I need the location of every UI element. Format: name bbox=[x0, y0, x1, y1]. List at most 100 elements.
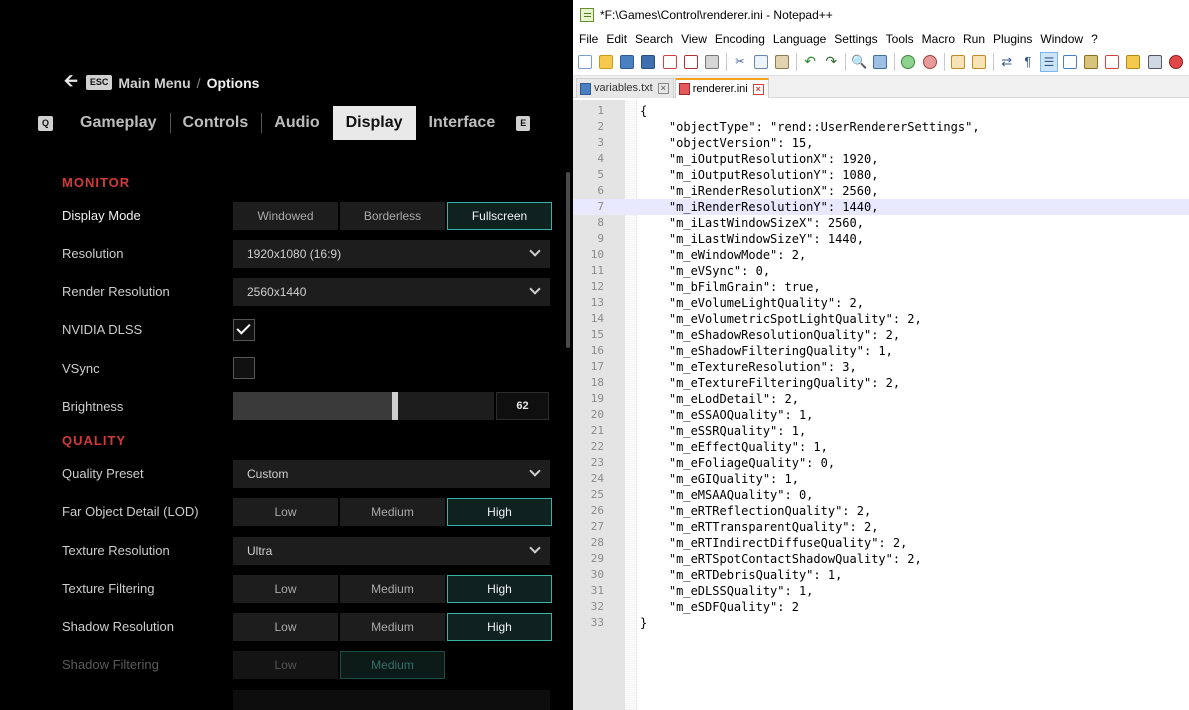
shadow-resolution-low[interactable]: Low bbox=[233, 613, 338, 641]
code-text[interactable]: "objectType": "rend::UserRendererSetting… bbox=[640, 119, 980, 135]
lod-high[interactable]: High bbox=[447, 498, 552, 526]
code-line[interactable]: 6 "m_iRenderResolutionX": 2560, bbox=[573, 183, 1189, 199]
monitor-icon[interactable] bbox=[1147, 53, 1163, 71]
code-line[interactable]: 23 "m_eFoliageQuality": 0, bbox=[573, 455, 1189, 471]
code-line[interactable]: 13 "m_eVolumeLightQuality": 2, bbox=[573, 295, 1189, 311]
menu-macro[interactable]: Macro bbox=[921, 32, 961, 46]
shadow-resolution-medium[interactable]: Medium bbox=[340, 613, 445, 641]
code-line[interactable]: 30 "m_eRTDebrisQuality": 1, bbox=[573, 567, 1189, 583]
code-line[interactable]: 9 "m_iLastWindowSizeY": 1440, bbox=[573, 231, 1189, 247]
sync-v-icon[interactable] bbox=[950, 53, 966, 71]
shadow-filtering-medium[interactable]: Medium bbox=[340, 651, 445, 679]
code-line[interactable]: 29 "m_eRTSpotContactShadowQuality": 2, bbox=[573, 551, 1189, 567]
display-mode-fullscreen[interactable]: Fullscreen bbox=[447, 202, 552, 230]
code-line[interactable]: 22 "m_eEffectQuality": 1, bbox=[573, 439, 1189, 455]
lod-medium[interactable]: Medium bbox=[340, 498, 445, 526]
new-icon[interactable] bbox=[577, 53, 593, 71]
tab-prev-key-hint[interactable]: Q bbox=[38, 115, 54, 131]
code-text[interactable]: "m_eRTReflectionQuality": 2, bbox=[640, 503, 871, 519]
code-text[interactable]: "m_eGIQuality": 1, bbox=[640, 471, 799, 487]
code-text[interactable]: "m_eRTTransparentQuality": 2, bbox=[640, 519, 879, 535]
back-arrow-icon[interactable]: 🡨 bbox=[64, 68, 78, 97]
tab-audio[interactable]: Audio bbox=[261, 106, 332, 140]
code-text[interactable]: "m_eShadowResolutionQuality": 2, bbox=[640, 327, 900, 343]
options-scrollbar[interactable] bbox=[566, 172, 570, 348]
lod-low[interactable]: Low bbox=[233, 498, 338, 526]
code-line[interactable]: 19 "m_eLodDetail": 2, bbox=[573, 391, 1189, 407]
code-line[interactable]: 20 "m_eSSAOQuality": 1, bbox=[573, 407, 1189, 423]
cut-icon[interactable]: ✂ bbox=[732, 53, 748, 71]
word-wrap-icon[interactable]: ⇄ bbox=[999, 53, 1015, 71]
menu-window[interactable]: Window bbox=[1039, 32, 1089, 46]
show-all-chars-icon[interactable]: ¶ bbox=[1020, 53, 1036, 71]
close-all-icon[interactable] bbox=[683, 53, 699, 71]
menu-view[interactable]: View bbox=[680, 32, 713, 46]
texture-filtering-medium[interactable]: Medium bbox=[340, 575, 445, 603]
menu-edit[interactable]: Edit bbox=[605, 32, 633, 46]
code-text[interactable]: "m_eSSRQuality": 1, bbox=[640, 423, 806, 439]
menu-run[interactable]: Run bbox=[962, 32, 991, 46]
brightness-value[interactable]: 62 bbox=[496, 392, 549, 420]
code-text[interactable]: "m_eLodDetail": 2, bbox=[640, 391, 799, 407]
code-text[interactable]: "m_bFilmGrain": true, bbox=[640, 279, 821, 295]
tab-interface[interactable]: Interface bbox=[416, 106, 509, 140]
code-line[interactable]: 25 "m_eMSAAQuality": 0, bbox=[573, 487, 1189, 503]
render-resolution-dropdown[interactable]: 2560x1440 bbox=[233, 278, 550, 306]
code-text[interactable]: "m_eDLSSQuality": 1, bbox=[640, 583, 814, 599]
code-line[interactable]: 8 "m_iLastWindowSizeX": 2560, bbox=[573, 215, 1189, 231]
paste-icon[interactable] bbox=[774, 53, 790, 71]
copy-icon[interactable] bbox=[753, 53, 769, 71]
display-mode-borderless[interactable]: Borderless bbox=[340, 202, 445, 230]
code-text[interactable]: "m_eMSAAQuality": 0, bbox=[640, 487, 814, 503]
zoom-in-icon[interactable] bbox=[900, 53, 916, 71]
open-icon[interactable] bbox=[598, 53, 614, 71]
close-tab-icon[interactable]: × bbox=[657, 83, 669, 94]
file-tab-renderer[interactable]: renderer.ini × bbox=[674, 78, 769, 98]
code-text[interactable]: "m_eRTSpotContactShadowQuality": 2, bbox=[640, 551, 922, 567]
vsync-checkbox[interactable] bbox=[233, 357, 255, 379]
print-icon[interactable] bbox=[704, 53, 720, 71]
record-icon[interactable] bbox=[1168, 53, 1184, 71]
code-text[interactable]: "m_eShadowFilteringQuality": 1, bbox=[640, 343, 893, 359]
code-text[interactable]: "m_eTextureFilteringQuality": 2, bbox=[640, 375, 900, 391]
zoom-out-icon[interactable] bbox=[922, 53, 938, 71]
code-line[interactable]: 33} bbox=[573, 615, 1189, 631]
code-text[interactable]: "m_iLastWindowSizeY": 1440, bbox=[640, 231, 864, 247]
menu-settings[interactable]: Settings bbox=[833, 32, 883, 46]
code-line[interactable]: 14 "m_eVolumetricSpotLightQuality": 2, bbox=[573, 311, 1189, 327]
tab-controls[interactable]: Controls bbox=[169, 106, 262, 140]
menu-file[interactable]: File bbox=[578, 32, 604, 46]
code-line[interactable]: 21 "m_eSSRQuality": 1, bbox=[573, 423, 1189, 439]
texture-filtering-high[interactable]: High bbox=[447, 575, 552, 603]
code-text[interactable]: "objectVersion": 15, bbox=[640, 135, 814, 151]
code-line[interactable]: 16 "m_eShadowFilteringQuality": 1, bbox=[573, 343, 1189, 359]
code-text[interactable]: "m_eSSAOQuality": 1, bbox=[640, 407, 814, 423]
texture-filtering-low[interactable]: Low bbox=[233, 575, 338, 603]
code-line[interactable]: 15 "m_eShadowResolutionQuality": 2, bbox=[573, 327, 1189, 343]
code-line[interactable]: 12 "m_bFilmGrain": true, bbox=[573, 279, 1189, 295]
redo-icon[interactable]: ↷ bbox=[823, 53, 839, 71]
doc-map-icon[interactable] bbox=[1083, 53, 1099, 71]
code-text[interactable]: "m_eVolumetricSpotLightQuality": 2, bbox=[640, 311, 922, 327]
code-line[interactable]: 4 "m_iOutputResolutionX": 1920, bbox=[573, 151, 1189, 167]
function-list-icon[interactable] bbox=[1104, 53, 1120, 71]
menu-tools[interactable]: Tools bbox=[885, 32, 920, 46]
code-text[interactable]: } bbox=[640, 615, 647, 631]
sync-h-icon[interactable] bbox=[971, 53, 987, 71]
menu-plugins[interactable]: Plugins bbox=[992, 32, 1038, 46]
code-line[interactable]: 11 "m_eVSync": 0, bbox=[573, 263, 1189, 279]
brightness-slider-thumb[interactable] bbox=[391, 392, 398, 420]
udl-icon[interactable] bbox=[1062, 53, 1078, 71]
display-mode-windowed[interactable]: Windowed bbox=[233, 202, 338, 230]
code-line[interactable]: 2 "objectType": "rend::UserRendererSetti… bbox=[573, 119, 1189, 135]
code-text[interactable]: "m_eRTIndirectDiffuseQuality": 2, bbox=[640, 535, 907, 551]
code-text[interactable]: "m_eSDFQuality": 2 bbox=[640, 599, 799, 615]
code-line[interactable]: 32 "m_eSDFQuality": 2 bbox=[573, 599, 1189, 615]
save-icon[interactable] bbox=[619, 53, 635, 71]
code-line[interactable]: 18 "m_eTextureFilteringQuality": 2, bbox=[573, 375, 1189, 391]
undo-icon[interactable]: ↶ bbox=[802, 53, 818, 71]
replace-icon[interactable] bbox=[872, 53, 888, 71]
code-line[interactable]: 10 "m_eWindowMode": 2, bbox=[573, 247, 1189, 263]
breadcrumb-parent[interactable]: Main Menu bbox=[118, 75, 190, 91]
code-line[interactable]: 28 "m_eRTIndirectDiffuseQuality": 2, bbox=[573, 535, 1189, 551]
